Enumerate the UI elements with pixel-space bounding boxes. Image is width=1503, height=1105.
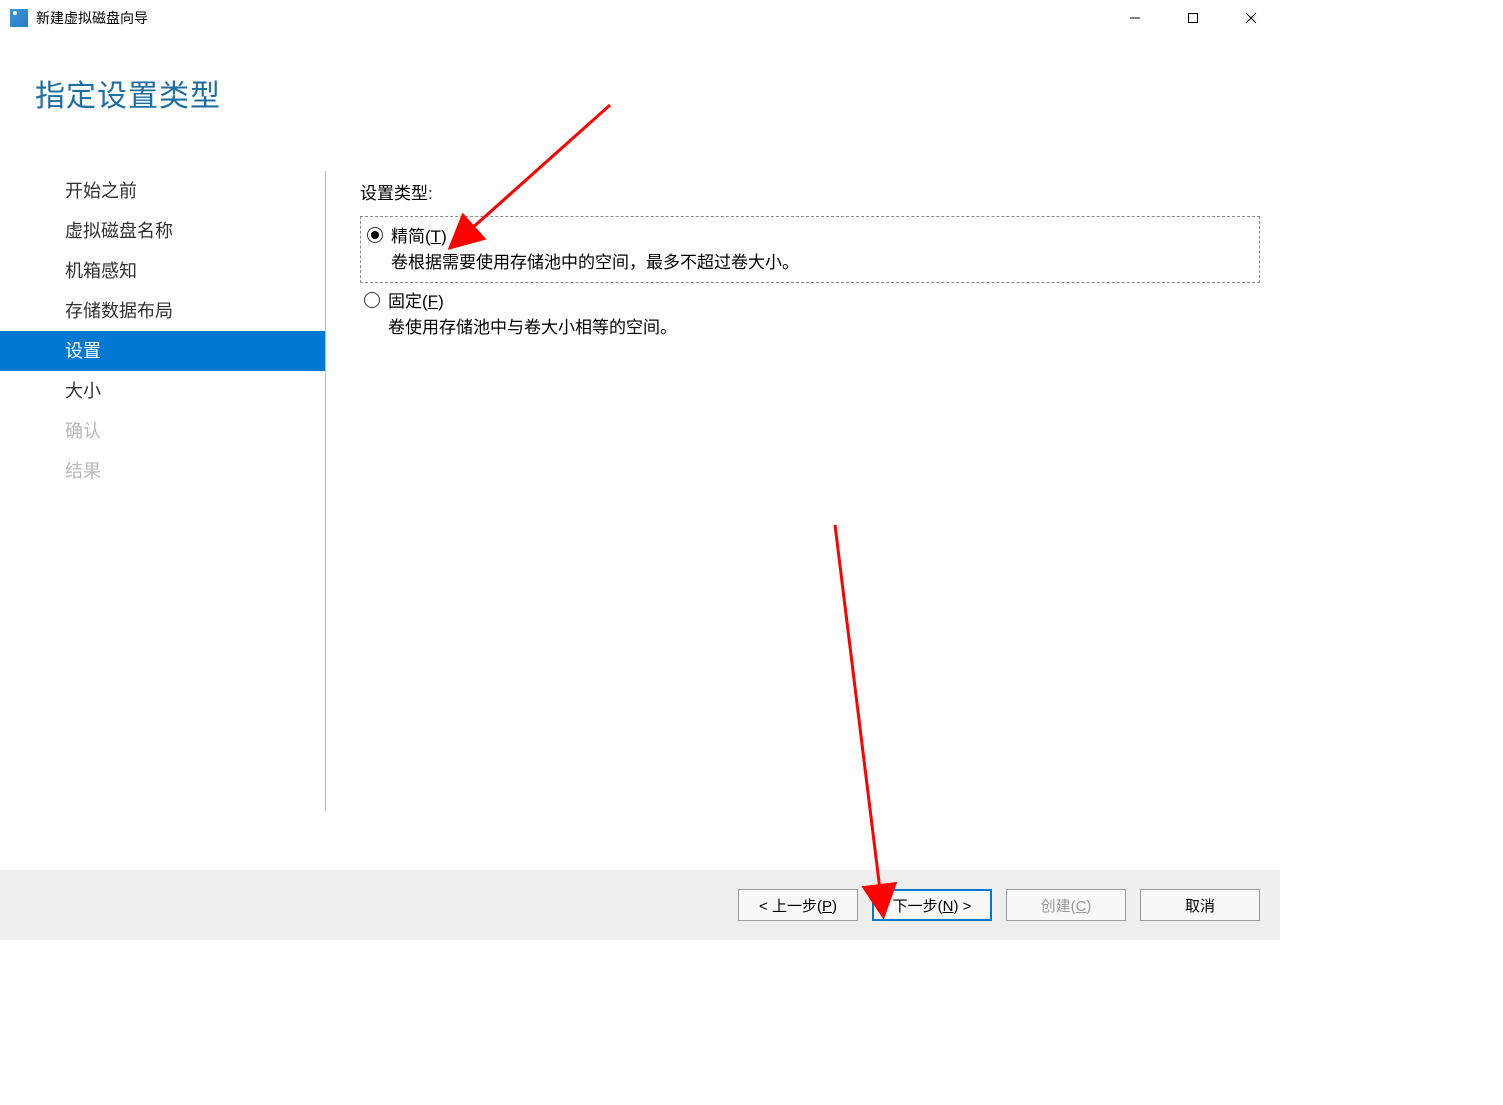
radio-option-fixed[interactable]: 固定(F) 卷使用存储池中与卷大小相等的空间。 bbox=[360, 289, 1260, 341]
radio-thin[interactable] bbox=[367, 227, 383, 243]
body: 开始之前 虚拟磁盘名称 机箱感知 存储数据布局 设置 大小 确认 结果 设置类型… bbox=[0, 171, 1280, 903]
radio-fixed[interactable] bbox=[364, 292, 380, 308]
next-button[interactable]: 下一步(N) > bbox=[872, 889, 992, 921]
close-button[interactable] bbox=[1222, 0, 1280, 36]
app-icon bbox=[10, 9, 28, 27]
minimize-icon bbox=[1129, 12, 1141, 24]
page-title: 指定设置类型 bbox=[0, 36, 1280, 115]
close-icon bbox=[1244, 11, 1258, 25]
sidebar-item-result: 结果 bbox=[0, 451, 325, 491]
sidebar-item-settings[interactable]: 设置 bbox=[0, 331, 325, 371]
titlebar: 新建虚拟磁盘向导 bbox=[0, 0, 1280, 36]
radio-thin-content: 精简(T) 卷根据需要使用存储池中的空间，最多不超过卷大小。 bbox=[391, 224, 799, 276]
setting-type-label: 设置类型: bbox=[360, 179, 1260, 204]
minimize-button[interactable] bbox=[1106, 0, 1164, 36]
radio-thin-desc: 卷根据需要使用存储池中的空间，最多不超过卷大小。 bbox=[391, 250, 799, 276]
sidebar: 开始之前 虚拟磁盘名称 机箱感知 存储数据布局 设置 大小 确认 结果 bbox=[0, 171, 326, 811]
sidebar-item-name[interactable]: 虚拟磁盘名称 bbox=[0, 211, 325, 251]
window-title: 新建虚拟磁盘向导 bbox=[36, 8, 148, 28]
maximize-icon bbox=[1187, 12, 1199, 24]
radio-fixed-desc: 卷使用存储池中与卷大小相等的空间。 bbox=[388, 315, 677, 341]
cancel-button[interactable]: 取消 bbox=[1140, 889, 1260, 921]
sidebar-item-confirm: 确认 bbox=[0, 411, 325, 451]
sidebar-item-size[interactable]: 大小 bbox=[0, 371, 325, 411]
create-button: 创建(C) bbox=[1006, 889, 1126, 921]
radio-option-thin[interactable]: 精简(T) 卷根据需要使用存储池中的空间，最多不超过卷大小。 bbox=[360, 216, 1260, 283]
maximize-button[interactable] bbox=[1164, 0, 1222, 36]
sidebar-item-layout[interactable]: 存储数据布局 bbox=[0, 291, 325, 331]
previous-button[interactable]: < 上一步(P) bbox=[738, 889, 858, 921]
radio-fixed-title: 固定(F) bbox=[388, 289, 677, 315]
sidebar-item-before[interactable]: 开始之前 bbox=[0, 171, 325, 211]
content: 设置类型: 精简(T) 卷根据需要使用存储池中的空间，最多不超过卷大小。 固定(… bbox=[360, 171, 1280, 903]
radio-fixed-content: 固定(F) 卷使用存储池中与卷大小相等的空间。 bbox=[388, 289, 677, 341]
radio-thin-title: 精简(T) bbox=[391, 224, 799, 250]
window-controls bbox=[1106, 0, 1280, 36]
footer: < 上一步(P) 下一步(N) > 创建(C) 取消 bbox=[0, 870, 1280, 940]
sidebar-item-enclosure[interactable]: 机箱感知 bbox=[0, 251, 325, 291]
